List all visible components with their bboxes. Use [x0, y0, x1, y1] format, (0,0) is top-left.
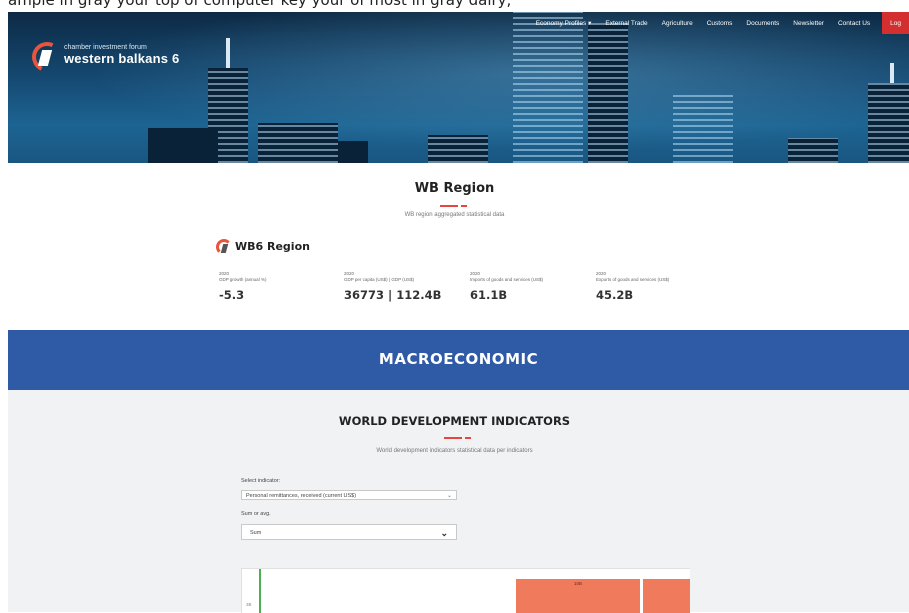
logo-icon [27, 37, 67, 77]
region-header: WB6 Region [216, 239, 310, 255]
login-button[interactable]: Log [882, 12, 909, 34]
macroeconomic-title: MACROECONOMIC [378, 350, 539, 368]
caption-text: ample in gray your top of computer key y… [8, 0, 512, 9]
stat-gdp-growth: 2020 GDP growth (annual %) -5.3 [219, 271, 266, 302]
region-section-subtitle: WB region aggregated statistical data [404, 212, 505, 218]
nav-external-trade[interactable]: External Trade [605, 20, 647, 27]
sum-avg-select[interactable]: Sum ⌄ [241, 524, 457, 540]
title-divider [440, 205, 458, 207]
nav-documents[interactable]: Documents [746, 20, 779, 27]
skyline-building [673, 93, 733, 163]
skyline-building [868, 83, 909, 163]
chevron-down-icon: ⌄ [440, 528, 448, 538]
wdi-divider [444, 437, 462, 439]
skyline-building [428, 135, 488, 163]
select-indicator-label: Select indicator: [241, 478, 281, 484]
stat-label: GDP growth (annual %) [219, 277, 267, 282]
indicator-select-value: Personal remittances, received (current … [246, 493, 357, 499]
region-logo-icon [216, 239, 232, 255]
nav-agriculture[interactable]: Agriculture [662, 20, 693, 27]
region-name: WB6 Region [235, 239, 310, 253]
wdi-subtitle: World development indicators statistical… [376, 448, 533, 454]
chart-axis-marker [259, 569, 261, 613]
stat-label: Imports of goods and services (US$) [470, 277, 544, 282]
nav-economy-profiles[interactable]: Economy Profiles ▾ [536, 19, 592, 27]
chart-y-tick: 3B [246, 602, 252, 607]
title-divider-dash [461, 205, 467, 207]
skyline-spire [890, 63, 894, 83]
stat-gdp-per-capita: 2020 GDP per capita (US$) | GDP (US$) 36… [344, 271, 441, 302]
logo-big-text: western balkans 6 [64, 51, 180, 66]
hero-banner: chamber investment forum western balkans… [8, 12, 909, 163]
skyline-building [338, 141, 368, 163]
stat-exports: 2020 Exports of goods and services (US$)… [596, 271, 669, 302]
chevron-down-icon: ⌄ [446, 493, 452, 499]
main-nav: Economy Profiles ▾ External Trade Agricu… [522, 12, 909, 34]
chart-bar[interactable] [643, 579, 690, 613]
indicator-chart-svg: 3B6.7B6.9B10B10B [246, 569, 690, 613]
nav-customs[interactable]: Customs [707, 20, 733, 27]
skyline-building [148, 128, 218, 163]
stat-label: Exports of goods and services (US$) [596, 277, 670, 282]
chart-bar-label: 10B [574, 581, 582, 586]
logo-small-text: chamber investment forum [64, 44, 147, 51]
skyline-tower [588, 23, 628, 163]
wdi-title: WORLD DEVELOPMENT INDICATORS [338, 414, 571, 428]
indicator-select[interactable]: Personal remittances, received (current … [241, 490, 457, 500]
sum-avg-label: Sum or avg. [241, 511, 271, 517]
stat-value: 45.2B [596, 288, 634, 302]
skyline-spire [226, 38, 230, 68]
top-caption-strip: ample in gray your top of computer key y… [0, 0, 909, 12]
skyline-tower [513, 12, 583, 163]
stat-label: GDP per capita (US$) | GDP (US$) [344, 277, 415, 282]
stat-value: 61.1B [470, 288, 508, 302]
sum-avg-select-value: Sum [250, 530, 262, 536]
stat-value: -5.3 [219, 288, 245, 302]
site-logo[interactable]: chamber investment forum western balkans… [27, 37, 180, 77]
skyline-building [258, 123, 338, 163]
skyline-building [788, 138, 838, 163]
nav-newsletter[interactable]: Newsletter [793, 20, 824, 27]
region-section-title: WB Region [414, 181, 495, 196]
macroeconomic-band: MACROECONOMIC [8, 330, 909, 390]
nav-contact-us[interactable]: Contact Us [838, 20, 870, 27]
indicator-chart: 3B6.7B6.9B10B10B [241, 568, 690, 613]
stat-value: 36773 | 112.4B [344, 288, 442, 302]
stat-imports: 2020 Imports of goods and services (US$)… [470, 271, 543, 302]
wdi-divider-dash [465, 437, 471, 439]
